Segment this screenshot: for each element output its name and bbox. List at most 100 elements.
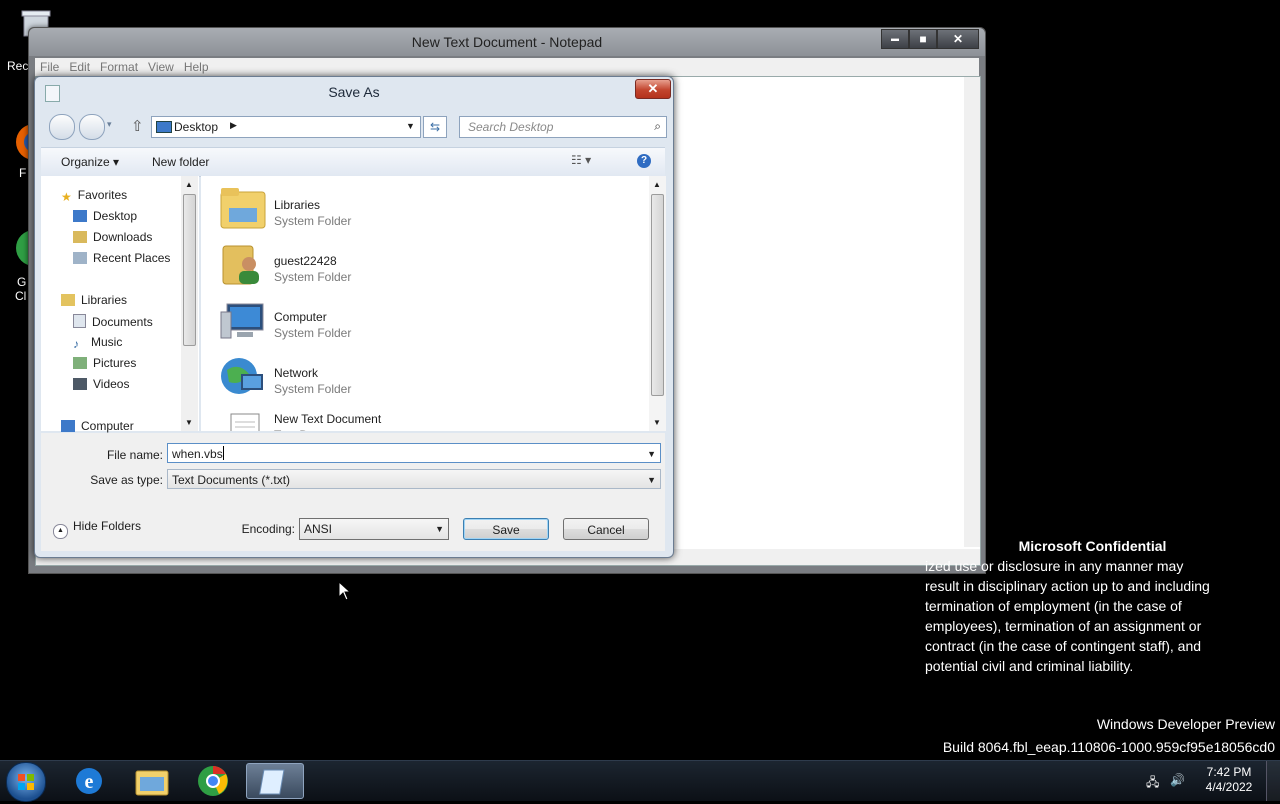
text-document-icon (230, 413, 260, 431)
internet-explorer-taskbar-button[interactable]: e (60, 763, 118, 799)
explorer-taskbar-button[interactable] (122, 763, 180, 799)
downloads-icon (73, 231, 87, 243)
list-item[interactable]: New Text Document Text Document (219, 400, 619, 431)
menu-bar: File Edit Format View Help (35, 58, 979, 76)
menu-view[interactable]: View (143, 58, 179, 74)
chevron-down-icon[interactable]: ▼ (647, 470, 656, 490)
nav-favorites[interactable]: ★ Favorites (61, 188, 127, 204)
encoding-select[interactable]: ANSI ▼ (299, 518, 449, 540)
file-type: System Folder (274, 270, 352, 284)
address-dropdown-icon[interactable]: ▼ (406, 121, 415, 131)
nav-pictures[interactable]: Pictures (73, 356, 136, 370)
save-type-label: Save as type: (90, 473, 163, 487)
navigation-pane: ★ Favorites Desktop Downloads Recent Plac… (41, 176, 199, 433)
chevron-down-icon[interactable]: ▼ (435, 519, 444, 539)
address-bar[interactable]: Desktop ▶ ▼ (151, 116, 421, 138)
system-clock[interactable]: 7:42 PM 4/4/2022 (1196, 765, 1262, 795)
nav-pictures-label: Pictures (93, 356, 137, 370)
nav-desktop[interactable]: Desktop (73, 209, 137, 223)
breadcrumb-arrow-icon[interactable]: ▶ (230, 120, 237, 131)
list-item[interactable]: Network System Folder (219, 352, 619, 402)
view-options-icon[interactable]: ☷ ▾ (571, 153, 591, 167)
chevron-down-icon[interactable]: ▾ (107, 119, 112, 130)
confidential-line: result in disciplinary action up to and … (925, 578, 1210, 594)
notepad-taskbar-button[interactable] (246, 763, 304, 799)
search-placeholder: Search Desktop (468, 120, 554, 134)
search-input[interactable]: Search Desktop ⌕ (459, 116, 667, 138)
network-icon (221, 358, 263, 394)
nav-recent-label: Recent Places (93, 251, 171, 265)
hide-folders-label: Hide Folders (73, 519, 142, 533)
cancel-button[interactable]: Cancel (563, 518, 649, 540)
save-type-select[interactable]: Text Documents (*.txt) ▼ (167, 469, 661, 489)
start-button[interactable] (6, 762, 46, 802)
nav-computer[interactable]: Computer (61, 419, 134, 433)
file-scroll-thumb[interactable] (651, 194, 664, 396)
up-arrow-icon[interactable]: ⇧ (131, 117, 144, 135)
nav-documents[interactable]: Documents (73, 314, 153, 329)
nav-documents-label: Documents (92, 315, 153, 329)
list-item[interactable]: guest22428 System Folder (219, 240, 619, 290)
save-as-dialog: Save As ✕ ▾ ⇧ Desktop ▶ ▼ ⇆ Search Deskt… (34, 76, 674, 558)
confidential-line: termination of employment (in the case o… (925, 598, 1182, 614)
computer-icon (61, 420, 75, 432)
save-button[interactable]: Save (463, 518, 549, 540)
desktop-icon-label: G (17, 275, 27, 289)
network-tray-icon[interactable]: 🖧 (1146, 773, 1159, 794)
file-name: Network (274, 366, 319, 380)
hide-folders-button[interactable]: ▲ Hide Folders (53, 519, 141, 539)
scroll-down-arrow[interactable]: ▼ (185, 418, 193, 427)
mouse-cursor-icon (338, 581, 352, 601)
confidential-title: Microsoft Confidential (1018, 538, 1167, 554)
music-icon: ♪ (73, 337, 79, 351)
minimize-button[interactable]: ▬ (881, 29, 909, 49)
new-folder-button[interactable]: New folder (152, 155, 209, 169)
close-button[interactable]: ✕ (937, 29, 979, 49)
menu-edit[interactable]: Edit (64, 58, 95, 74)
file-list-scrollbar[interactable]: ▲ ▼ (649, 176, 666, 431)
help-icon[interactable]: ? (637, 154, 651, 168)
menu-help[interactable]: Help (179, 58, 214, 74)
menu-file[interactable]: File (35, 58, 64, 74)
file-name: Libraries (274, 198, 321, 212)
file-type: System Folder (274, 326, 352, 340)
list-item[interactable]: Libraries System Folder (219, 184, 619, 234)
chrome-taskbar-button[interactable] (184, 763, 242, 799)
scroll-up-arrow[interactable]: ▲ (653, 180, 661, 189)
nav-downloads[interactable]: Downloads (73, 230, 152, 244)
back-button[interactable] (49, 114, 75, 140)
file-name: guest22428 (274, 254, 337, 268)
desktop-icon (73, 210, 87, 222)
nav-libraries[interactable]: Libraries (61, 293, 127, 307)
scroll-down-arrow[interactable]: ▼ (653, 418, 661, 427)
menu-format[interactable]: Format (95, 58, 143, 74)
command-bar: Organize ▾ New folder ☷ ▾ ? (41, 147, 665, 177)
file-type: Text Document (274, 428, 354, 431)
nav-recent-places[interactable]: Recent Places (73, 251, 170, 265)
nav-computer-label: Computer (81, 419, 134, 433)
desktop-icon-label: F (19, 166, 27, 180)
computer-icon (220, 303, 264, 339)
nav-scrollbar[interactable]: ▲ ▼ (181, 176, 198, 431)
maximize-button[interactable]: ■ (909, 29, 937, 49)
nav-music[interactable]: ♪ Music (73, 335, 122, 351)
volume-tray-icon[interactable]: 🔊 (1170, 773, 1185, 787)
file-name-label: File name: (106, 448, 163, 462)
organize-button[interactable]: Organize ▾ (61, 155, 119, 169)
nav-videos[interactable]: Videos (73, 377, 129, 391)
editor-scrollbar[interactable] (964, 77, 980, 547)
confidential-line: employees), termination of an assignment… (925, 618, 1202, 634)
nav-scroll-thumb[interactable] (183, 194, 196, 346)
scroll-up-arrow[interactable]: ▲ (185, 180, 193, 189)
forward-button[interactable] (79, 114, 105, 140)
refresh-button[interactable]: ⇆ (423, 116, 447, 138)
file-name-field[interactable]: when.vbs ▼ (167, 443, 661, 463)
list-item[interactable]: Computer System Folder (219, 296, 619, 346)
chevron-down-icon[interactable]: ▼ (647, 444, 656, 464)
file-type: System Folder (274, 214, 352, 228)
recent-places-icon (73, 252, 87, 264)
show-desktop-button[interactable] (1266, 761, 1280, 801)
taskbar: e 🖧 🔊 (0, 760, 1280, 802)
dialog-close-button[interactable]: ✕ (635, 79, 671, 99)
libraries-folder-icon (220, 188, 266, 229)
